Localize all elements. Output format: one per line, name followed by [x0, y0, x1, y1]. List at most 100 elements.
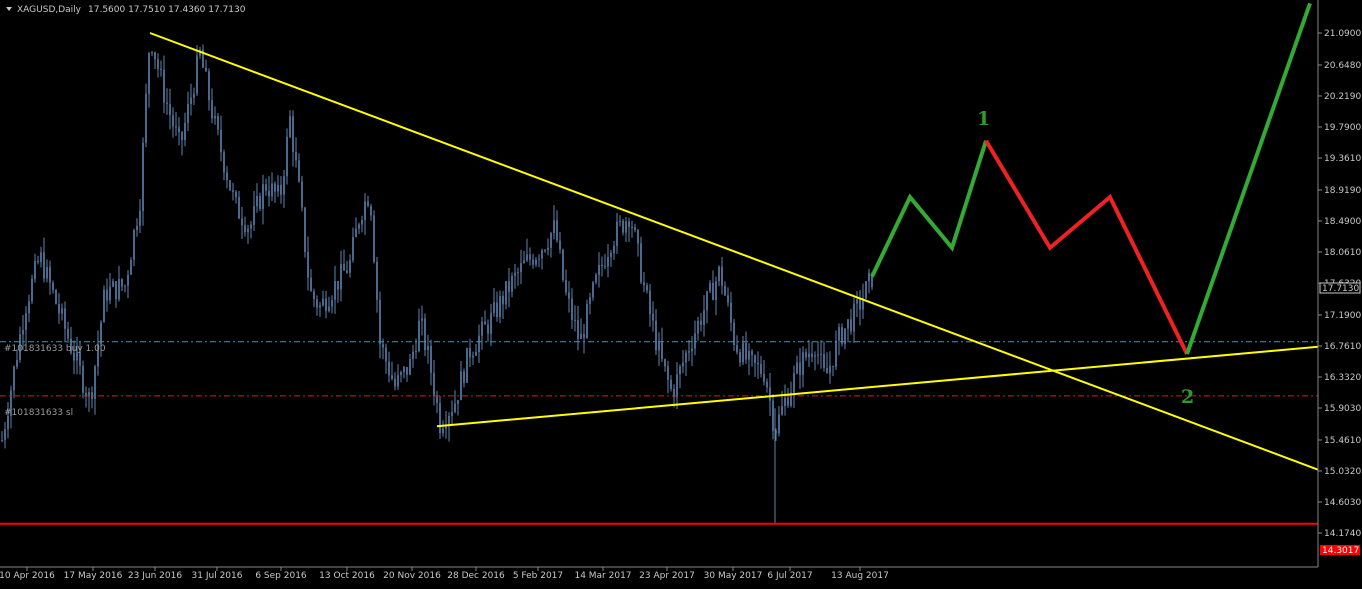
candle-body	[25, 313, 27, 330]
candle-body	[487, 324, 489, 334]
candle-body	[634, 227, 636, 231]
candle-body	[535, 259, 537, 265]
candle-body	[238, 197, 240, 219]
candle-body	[793, 373, 795, 393]
candle-body	[289, 116, 291, 137]
candle-body	[262, 184, 264, 210]
candle-body	[304, 207, 306, 253]
candle-body	[190, 97, 192, 105]
candle-body	[643, 282, 645, 286]
candle-body	[829, 365, 831, 374]
candle-body	[631, 227, 633, 229]
candle-body	[847, 319, 849, 329]
candle-body	[454, 403, 456, 412]
chart-window[interactable]: 21.0900 20.6480 20.2190 19.7900 19.3610 18.91…	[0, 0, 1362, 585]
candle-body	[325, 298, 327, 311]
candle-body	[490, 313, 492, 334]
candle-body	[31, 279, 33, 302]
candle-body	[121, 279, 123, 287]
current-price-value: 17.7130	[1322, 284, 1359, 294]
candle-body	[505, 281, 507, 305]
candle-body	[727, 295, 729, 303]
candle-body	[823, 353, 825, 368]
candle-body	[142, 142, 144, 211]
candle-body	[163, 69, 165, 103]
y-tick-label: 15.9030	[1324, 404, 1361, 414]
y-tick-label: 14.6030	[1324, 498, 1361, 508]
candle-body	[499, 295, 501, 318]
x-tick-label: 13 Aug 2017	[831, 571, 889, 581]
candle-body	[421, 318, 423, 321]
candle-body	[451, 411, 453, 417]
candle-body	[850, 319, 852, 332]
candle-body	[115, 281, 117, 300]
candle-body	[685, 352, 687, 363]
y-tick-label: 20.2190	[1324, 92, 1361, 102]
candle-body	[832, 365, 834, 367]
candle-body	[37, 260, 39, 262]
candle-body	[67, 328, 69, 339]
candle-body	[250, 224, 252, 229]
candle-body	[46, 266, 48, 279]
candle-body	[49, 266, 51, 283]
candle-body	[865, 281, 867, 299]
candle-body	[1, 440, 3, 442]
candle-body	[445, 426, 447, 429]
candle-body	[364, 201, 366, 220]
candle-body	[412, 351, 414, 360]
candle-body	[553, 220, 555, 233]
y-tick-label: 18.9190	[1324, 186, 1361, 196]
candle-body	[595, 274, 597, 283]
candle-body	[856, 299, 858, 304]
candle-body	[700, 320, 702, 325]
candle-body	[544, 250, 546, 252]
candle-body	[286, 136, 288, 177]
candle-body	[466, 347, 468, 383]
candle-body	[529, 254, 531, 260]
candle-body	[457, 400, 459, 404]
candle-body	[361, 219, 363, 225]
candle-body	[769, 387, 771, 401]
candle-body	[139, 210, 141, 226]
price-chart[interactable]: 21.0900 20.6480 20.2190 19.7900 19.3610 18.91…	[0, 0, 1362, 585]
x-tick-label: 6 Jul 2017	[767, 571, 812, 581]
candle-body	[241, 218, 243, 226]
candle-body	[709, 282, 711, 292]
bottom-level-value: 14.3017	[1322, 546, 1359, 556]
candle-body	[133, 230, 135, 260]
candle-body	[40, 252, 42, 262]
candle-body	[772, 400, 774, 431]
candle-body	[760, 364, 762, 374]
candle-body	[838, 327, 840, 341]
candle-body	[721, 266, 723, 286]
candle-body	[214, 115, 216, 119]
candle-body	[742, 343, 744, 363]
candle-body	[493, 302, 495, 314]
candle-body	[379, 299, 381, 345]
candle-body	[292, 116, 294, 152]
candle-body	[34, 260, 36, 280]
candle-body	[712, 282, 714, 300]
candle-body	[373, 215, 375, 262]
candle-body	[178, 127, 180, 133]
candle-body	[541, 250, 543, 259]
candle-body	[283, 176, 285, 195]
candle-body	[706, 291, 708, 311]
candle-body	[532, 259, 534, 265]
candle-body	[619, 220, 621, 222]
candle-body	[265, 184, 267, 191]
candle-body	[637, 230, 639, 244]
candle-body	[307, 252, 309, 278]
x-tick-label: 28 Dec 2016	[447, 571, 505, 581]
candle-body	[691, 348, 693, 352]
candle-body	[385, 347, 387, 362]
candle-body	[397, 375, 399, 387]
candle-body	[784, 397, 786, 407]
candle-body	[400, 372, 402, 376]
candle-body	[460, 371, 462, 401]
candle-body	[514, 272, 516, 276]
candle-body	[151, 52, 153, 54]
candle-body	[94, 366, 96, 400]
candle-body	[334, 280, 336, 301]
candle-body	[157, 59, 159, 69]
